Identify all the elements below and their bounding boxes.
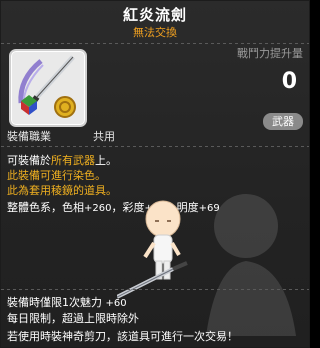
daily-limit-line: 每日限制，超過上限時除外 (7, 312, 139, 325)
equip-slot-prefix: 可裝備於 (7, 154, 51, 167)
hue-value: +260 (84, 203, 112, 214)
charm-label: 裝備時僅限1次魅力 (7, 296, 102, 309)
combat-power-label: 戰鬥力提升量 (237, 47, 303, 60)
charm-line: 裝備時僅限1次魅力 +60 (7, 294, 127, 310)
combat-power-value: 0 (281, 69, 297, 94)
color-prefix: 整體色系，色相 (7, 201, 84, 214)
scissors-trade-line: 若使用時裝神奇剪刀，該道具可進行一次交易！ (7, 330, 238, 343)
job-value: 共用 (93, 130, 115, 143)
dye-line: 此裝備可進行染色。 (7, 169, 106, 182)
item-name: 紅炎流劍 (122, 6, 187, 24)
item-tooltip: 紅炎流劍 無法交換 戰鬥力提升量 0 武器 裝備職業 共用 可裝備於所有武器上。… (0, 0, 310, 348)
divider-top (1, 43, 309, 44)
prism-line: 此為套用稜鏡的道具。 (7, 184, 117, 197)
item-icon-frame (9, 49, 87, 127)
divider-bottom (1, 289, 309, 290)
charm-value: +60 (105, 298, 127, 309)
sword-icon (18, 55, 76, 118)
category-badge: 武器 (263, 113, 303, 130)
divider-middle (1, 146, 309, 147)
equip-slot-highlight: 所有武器 (51, 154, 95, 167)
avatar-preview (117, 200, 188, 299)
equip-slot-suffix: 上。 (95, 154, 117, 167)
equip-slot-line: 可裝備於所有武器上。 (7, 152, 117, 168)
trade-status: 無法交換 (133, 26, 177, 39)
job-label: 裝備職業 (7, 130, 51, 143)
